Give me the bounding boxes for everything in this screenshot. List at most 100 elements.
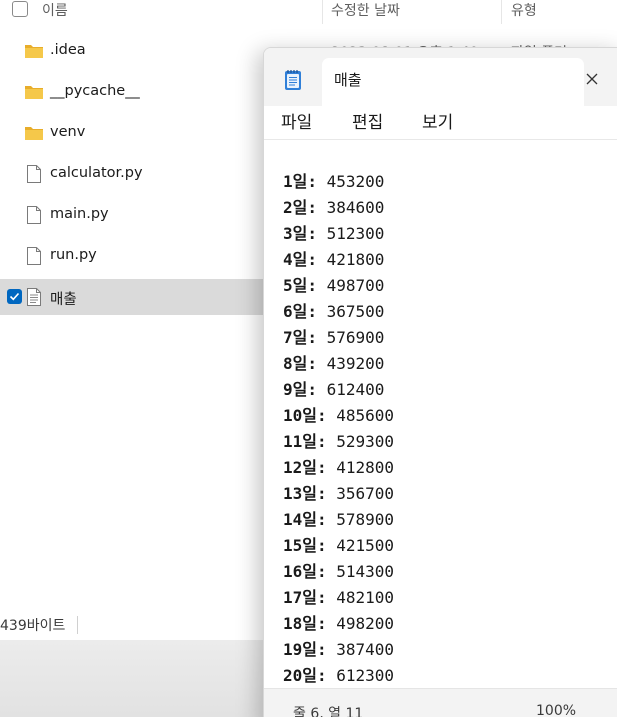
line-separator: : bbox=[317, 666, 337, 685]
line-separator: : bbox=[307, 328, 327, 347]
column-header-name[interactable]: 이름 bbox=[42, 0, 68, 20]
line-day: 12일 bbox=[283, 458, 317, 477]
text-file-icon bbox=[27, 288, 41, 306]
line-separator: : bbox=[317, 536, 337, 555]
text-editor[interactable]: 1일: 453200 2일: 384600 3일: 512300 4일: 421800… bbox=[264, 141, 617, 687]
column-divider[interactable] bbox=[322, 0, 323, 24]
line-day: 7일 bbox=[283, 328, 308, 347]
text-line: 15일: 421500 bbox=[283, 532, 394, 556]
text-line: 8일: 439200 bbox=[283, 350, 384, 374]
line-value: 578900 bbox=[336, 510, 395, 529]
line-day: 18일 bbox=[283, 614, 317, 633]
text-line: 5일: 498700 bbox=[283, 272, 384, 296]
line-separator: : bbox=[307, 198, 327, 217]
tab-title: 매출 bbox=[334, 71, 362, 89]
select-all-checkbox[interactable] bbox=[12, 1, 28, 17]
line-day: 9일 bbox=[283, 380, 308, 399]
line-day: 4일 bbox=[283, 250, 308, 269]
column-divider[interactable] bbox=[501, 0, 502, 24]
text-line: 2일: 384600 bbox=[283, 194, 384, 218]
line-separator: : bbox=[317, 640, 337, 659]
text-line: 9일: 612400 bbox=[283, 376, 384, 400]
file-icon bbox=[27, 206, 41, 224]
line-separator: : bbox=[307, 276, 327, 295]
line-value: 421800 bbox=[326, 250, 385, 269]
text-line: 7일: 576900 bbox=[283, 324, 384, 348]
line-day: 2일 bbox=[283, 198, 308, 217]
status-divider bbox=[77, 616, 78, 634]
file-icon bbox=[27, 247, 41, 265]
line-separator: : bbox=[317, 510, 337, 529]
row-checkbox-checked[interactable] bbox=[7, 289, 22, 304]
line-separator: : bbox=[307, 172, 327, 191]
line-value: 421500 bbox=[336, 536, 395, 555]
line-day: 14일 bbox=[283, 510, 317, 529]
line-day: 20일 bbox=[283, 666, 317, 685]
line-day: 16일 bbox=[283, 562, 317, 581]
line-value: 529300 bbox=[336, 432, 395, 451]
line-day: 15일 bbox=[283, 536, 317, 555]
line-value: 387400 bbox=[336, 640, 395, 659]
text-line: 11일: 529300 bbox=[283, 428, 394, 452]
line-value: 498700 bbox=[326, 276, 385, 295]
menu-file[interactable]: 파일 bbox=[281, 108, 312, 133]
file-name: .idea bbox=[50, 42, 86, 58]
file-name: run.py bbox=[50, 247, 97, 263]
line-day: 3일 bbox=[283, 224, 308, 243]
file-name: 매출 bbox=[50, 292, 77, 308]
folder-icon bbox=[25, 86, 43, 99]
notepad-status-bar: 줄 6, 열 11 100% bbox=[264, 688, 617, 717]
folder-icon bbox=[25, 45, 43, 58]
line-separator: : bbox=[317, 614, 337, 633]
zoom-level[interactable]: 100% bbox=[536, 703, 576, 717]
text-line: 4일: 421800 bbox=[283, 246, 384, 270]
folder-icon bbox=[25, 127, 43, 140]
file-name: calculator.py bbox=[50, 165, 143, 181]
close-icon[interactable] bbox=[584, 71, 600, 87]
line-separator: : bbox=[317, 458, 337, 477]
line-separator: : bbox=[307, 250, 327, 269]
line-separator: : bbox=[307, 354, 327, 373]
file-name: __pycache__ bbox=[50, 83, 140, 99]
column-header-type[interactable]: 유형 bbox=[511, 0, 537, 20]
line-value: 412800 bbox=[336, 458, 395, 477]
line-separator: : bbox=[307, 302, 327, 321]
title-bar[interactable]: 매출 bbox=[264, 48, 617, 106]
line-value: 576900 bbox=[326, 328, 385, 347]
file-icon bbox=[27, 165, 41, 183]
text-line: 1일: 453200 bbox=[283, 168, 384, 192]
line-day: 6일 bbox=[283, 302, 308, 321]
line-day: 10일 bbox=[283, 406, 317, 425]
line-separator: : bbox=[317, 588, 337, 607]
selected-size-text: 439바이트 bbox=[0, 618, 66, 634]
line-separator: : bbox=[317, 406, 337, 425]
checkmark-icon bbox=[9, 292, 20, 301]
file-name: main.py bbox=[50, 206, 109, 222]
menu-view[interactable]: 보기 bbox=[422, 108, 453, 133]
line-separator: : bbox=[317, 562, 337, 581]
text-line: 17일: 482100 bbox=[283, 584, 394, 608]
column-header-row: 이름 수정한 날짜 유형 bbox=[0, 0, 617, 24]
text-line: 13일: 356700 bbox=[283, 480, 394, 504]
tab-sales[interactable]: 매출 bbox=[322, 58, 598, 106]
column-header-date[interactable]: 수정한 날짜 bbox=[331, 0, 400, 20]
line-separator: : bbox=[307, 224, 327, 243]
line-value: 612400 bbox=[326, 380, 385, 399]
line-value: 384600 bbox=[326, 198, 385, 217]
line-value: 612300 bbox=[336, 666, 395, 685]
line-day: 19일 bbox=[283, 640, 317, 659]
line-day: 11일 bbox=[283, 432, 317, 451]
line-day: 1일 bbox=[283, 172, 308, 191]
line-value: 512300 bbox=[326, 224, 385, 243]
file-name: venv bbox=[50, 124, 86, 140]
line-day: 13일 bbox=[283, 484, 317, 503]
text-line: 20일: 612300 bbox=[283, 662, 394, 686]
notepad-window: 매출 파일 편집 보기 1일: 453200 2일: 384600 3일: 5123… bbox=[263, 47, 617, 717]
line-value: 439200 bbox=[326, 354, 385, 373]
text-line: 3일: 512300 bbox=[283, 220, 384, 244]
line-value: 367500 bbox=[326, 302, 385, 321]
text-line: 10일: 485600 bbox=[283, 402, 394, 426]
menu-edit[interactable]: 편집 bbox=[352, 108, 383, 133]
notepad-app-icon bbox=[285, 70, 301, 90]
menu-bar: 파일 편집 보기 bbox=[264, 106, 617, 140]
